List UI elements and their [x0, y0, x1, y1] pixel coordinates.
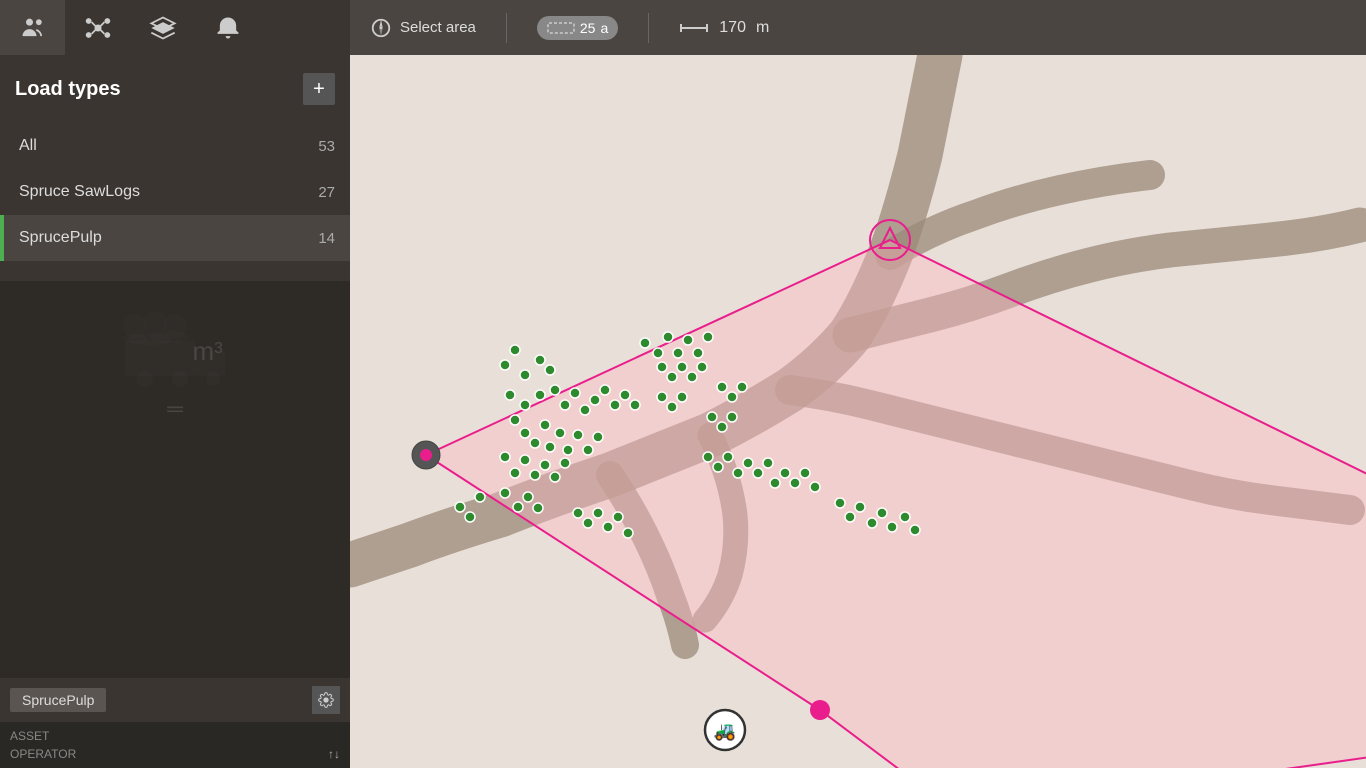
tab-nodes[interactable]: [65, 0, 130, 55]
bottom-bar-rows: ASSET OPERATOR ↑↓: [0, 722, 350, 768]
bottom-bar-label: SprucePulp: [10, 688, 106, 712]
settings-icon: [318, 692, 334, 708]
area-icon: [547, 21, 575, 35]
map[interactable]: 🚜: [350, 55, 1366, 768]
settings-button[interactable]: [312, 686, 340, 714]
people-icon: [19, 14, 47, 42]
area-badge: 25 a: [537, 16, 618, 40]
m3-label: m³: [193, 336, 223, 367]
load-type-spruce-sawlogs-count: 27: [318, 184, 335, 201]
selection-polygon: [426, 240, 1366, 768]
sidebar-title: Load types: [15, 78, 121, 101]
distance-unit: m: [756, 19, 769, 37]
tab-people[interactable]: [0, 0, 65, 55]
add-load-type-button[interactable]: +: [303, 73, 335, 105]
equals-label: ═: [167, 396, 183, 422]
distance-metric: 170 m: [679, 19, 769, 37]
toolbar-left: [0, 0, 350, 55]
divider-1: [506, 13, 507, 43]
bottom-row-asset: ASSET: [10, 727, 340, 745]
select-area-label: Select area: [400, 19, 476, 36]
svg-text:🚜: 🚜: [714, 721, 736, 741]
bottom-bar-header: SprucePulp: [0, 678, 350, 722]
load-type-all[interactable]: All 53: [0, 123, 350, 169]
nodes-icon: [84, 14, 112, 42]
compass-icon: [370, 17, 392, 39]
toolbar-right: Select area 25 a 170 m: [350, 0, 1366, 55]
load-type-all-label: All: [19, 137, 37, 155]
sidebar-bottom-bar: SprucePulp ASSET OPERATOR ↑↓: [0, 678, 350, 768]
layers-icon: [149, 14, 177, 42]
area-unit: a: [600, 20, 608, 36]
area-metric: 25 a: [537, 16, 618, 40]
sidebar-lower-panel: m³ ═ SprucePulp ASSET OPERATOR ↑↓: [0, 281, 350, 768]
map-svg: 🚜: [350, 55, 1366, 768]
load-type-all-count: 53: [318, 138, 335, 155]
select-area-action[interactable]: Select area: [370, 17, 476, 39]
bottom-row-operator: OPERATOR ↑↓: [10, 745, 340, 763]
sidebar-header: Load types +: [0, 55, 350, 123]
load-type-spruce-sawlogs-label: Spruce SawLogs: [19, 183, 140, 201]
sidebar: Load types + All 53 Spruce SawLogs 27 Sp…: [0, 55, 350, 768]
load-type-spruce-pulp-label: SprucePulp: [19, 229, 102, 247]
load-type-spruce-sawlogs[interactable]: Spruce SawLogs 27: [0, 169, 350, 215]
tab-layers[interactable]: [130, 0, 195, 55]
area-value: 25: [580, 20, 596, 36]
tab-bell[interactable]: [195, 0, 260, 55]
load-type-spruce-pulp-count: 14: [318, 230, 335, 247]
divider-2: [648, 13, 649, 43]
load-type-spruce-pulp[interactable]: SprucePulp 14: [0, 215, 350, 261]
bell-icon: [214, 14, 242, 42]
distance-icon: [679, 20, 709, 36]
top-toolbar: Select area 25 a 170 m: [0, 0, 1366, 55]
distance-value: 170: [719, 19, 746, 37]
